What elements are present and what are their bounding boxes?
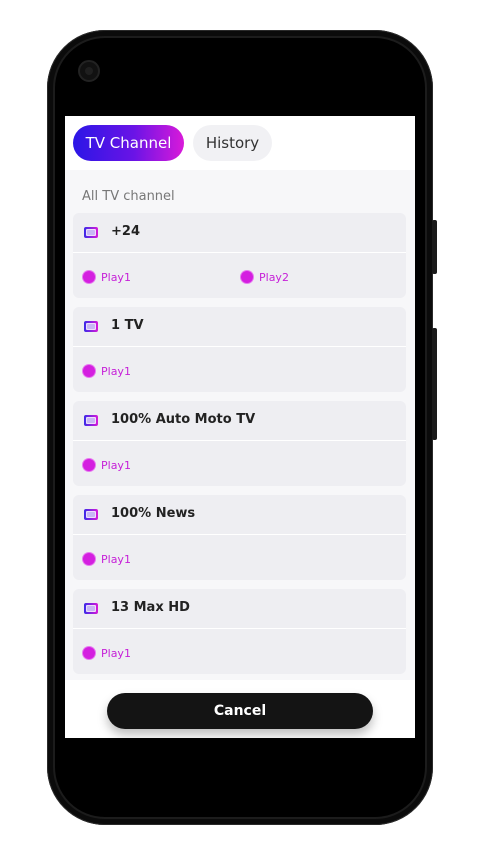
play-label: Play1 — [101, 646, 131, 660]
play-label: Play1 — [101, 364, 131, 378]
play-button[interactable]: Play1 — [83, 551, 131, 567]
channel-header[interactable]: 13 Max HD — [73, 589, 406, 629]
play-button[interactable]: Play1 — [83, 363, 131, 379]
play-dot-icon — [83, 271, 95, 283]
tab-bar: TV Channel History — [65, 116, 415, 170]
channel-name: 1 TV — [111, 318, 144, 333]
tv-icon — [84, 415, 98, 426]
channel-name: 100% Auto Moto TV — [111, 412, 256, 427]
cancel-label: Cancel — [213, 703, 267, 719]
section-title: All TV channel — [82, 189, 175, 204]
channel-card: 100% News Play1 — [73, 495, 406, 580]
tab-history-label: History — [205, 134, 260, 152]
channel-list[interactable]: All TV channel +24 Play1 Play2 1 TV Play… — [65, 170, 415, 680]
front-camera-icon — [78, 60, 100, 82]
channel-name: 13 Max HD — [111, 600, 190, 615]
tab-tv-channel-label: TV Channel — [85, 134, 172, 152]
play-dot-icon — [83, 365, 95, 377]
play-button[interactable]: Play1 — [83, 457, 131, 473]
channel-header[interactable]: +24 — [73, 213, 406, 253]
bottom-bar: Cancel — [65, 680, 415, 738]
volume-button — [432, 328, 437, 440]
play-dot-icon — [241, 271, 253, 283]
power-button — [432, 220, 437, 274]
channel-name: +24 — [111, 224, 140, 239]
cancel-button[interactable]: Cancel — [107, 693, 373, 729]
play-button[interactable]: Play1 — [83, 269, 131, 285]
play-dot-icon — [83, 647, 95, 659]
channel-card: 1 TV Play1 — [73, 307, 406, 392]
channel-name: 100% News — [111, 506, 196, 521]
play-label: Play2 — [259, 270, 289, 284]
channel-card: +24 Play1 Play2 — [73, 213, 406, 298]
tv-icon — [84, 321, 98, 332]
channel-header[interactable]: 1 TV — [73, 307, 406, 347]
play-dot-icon — [83, 553, 95, 565]
tv-icon — [84, 603, 98, 614]
channel-header[interactable]: 100% Auto Moto TV — [73, 401, 406, 441]
play-dot-icon — [83, 459, 95, 471]
play-label: Play1 — [101, 552, 131, 566]
play-label: Play1 — [101, 458, 131, 472]
play-button[interactable]: Play2 — [241, 269, 289, 285]
channel-card: 100% Auto Moto TV Play1 — [73, 401, 406, 486]
tv-icon — [84, 509, 98, 520]
tv-icon — [84, 227, 98, 238]
channel-header[interactable]: 100% News — [73, 495, 406, 535]
channel-card: 13 Max HD Play1 — [73, 589, 406, 674]
tab-history[interactable]: History — [193, 125, 272, 161]
play-label: Play1 — [101, 270, 131, 284]
tab-tv-channel[interactable]: TV Channel — [73, 125, 184, 161]
play-button[interactable]: Play1 — [83, 645, 131, 661]
app-screen: TV Channel History All TV channel +24 Pl… — [65, 116, 415, 738]
